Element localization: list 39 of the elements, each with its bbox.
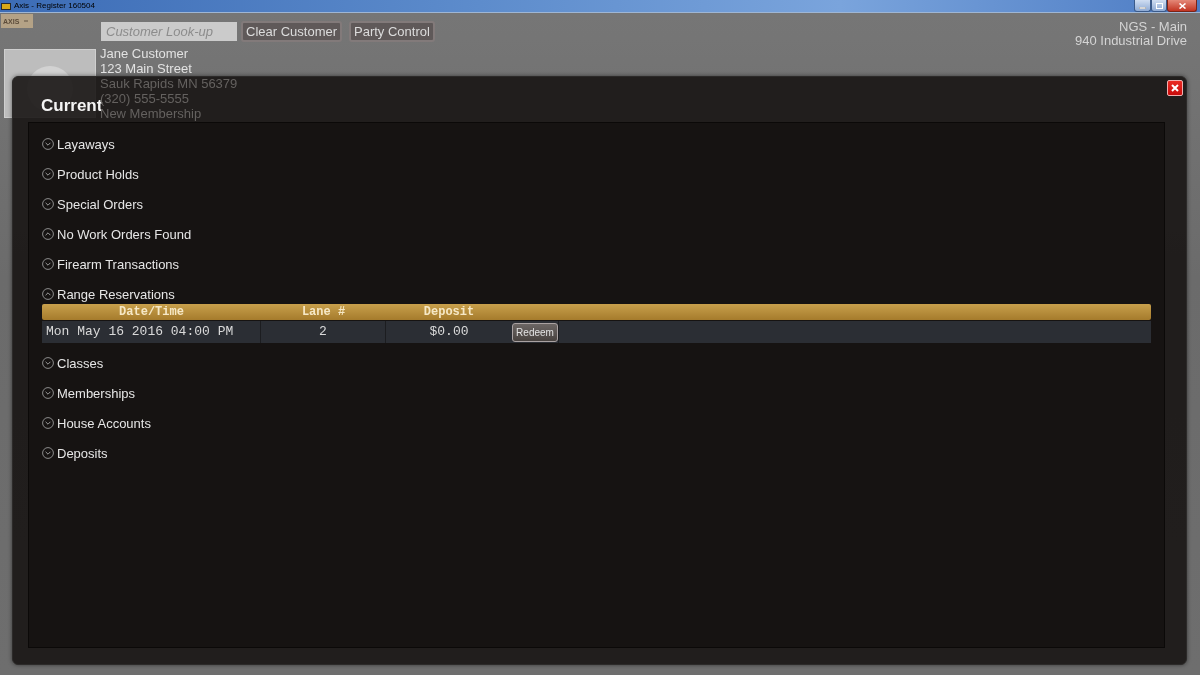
app-icon [1, 2, 11, 10]
section-toggle[interactable]: Layaways [42, 134, 115, 154]
search-field[interactable]: Customer Look-up [101, 22, 237, 41]
section-toggle[interactable]: Classes [42, 353, 104, 373]
section-toggle[interactable]: Firearm Transactions [42, 254, 180, 274]
dash-icon [24, 20, 29, 22]
close-icon [1178, 2, 1186, 9]
toolbar-button[interactable]: Clear Customer [241, 21, 343, 42]
toolbar-button[interactable]: Party Control [349, 21, 435, 42]
customer-detail: Jane Customer [100, 46, 190, 61]
table-cell-text: $0.00 [428, 323, 470, 341]
customer-detail: (320) 555-5555 [100, 91, 190, 106]
customer-detail: New Membership [100, 106, 203, 121]
close-button[interactable] [1167, 0, 1197, 12]
section-toggle[interactable]: Range Reservations [42, 284, 175, 304]
column-header: Deposit [422, 304, 476, 320]
column-header: Lane # [300, 304, 347, 320]
minimize-button[interactable] [1134, 0, 1151, 12]
section-toggle[interactable]: No Work Orders Found [42, 224, 192, 244]
customer-detail: 123 Main Street [100, 61, 193, 76]
dialog-title: Current [41, 96, 103, 115]
section-toggle[interactable]: Special Orders [42, 194, 143, 214]
minimize-icon [1139, 6, 1146, 9]
store-address: 940 Industrial Drive [1075, 34, 1187, 48]
store-name: NGS - Main [1119, 20, 1187, 34]
section-toggle[interactable]: Product Holds [42, 164, 139, 184]
section-toggle[interactable]: House Accounts [42, 413, 151, 433]
table-cell: 2 [261, 321, 386, 343]
restore-button[interactable] [1151, 0, 1167, 12]
section-toggle[interactable]: Memberships [42, 383, 136, 403]
close-button[interactable] [1167, 80, 1183, 96]
window-title: Axis - Register 160504 [14, 0, 95, 12]
customer-detail: Sauk Rapids MN 56379 [100, 76, 238, 91]
column-header: Date/Time [118, 304, 185, 320]
close-icon [1171, 84, 1179, 92]
table-cell: Mon May 16 2016 04:00 PM [42, 321, 261, 343]
section-toggle[interactable]: Deposits [42, 443, 108, 463]
restore-icon [1155, 2, 1163, 9]
redeem-button[interactable]: Redeem [512, 322, 558, 342]
